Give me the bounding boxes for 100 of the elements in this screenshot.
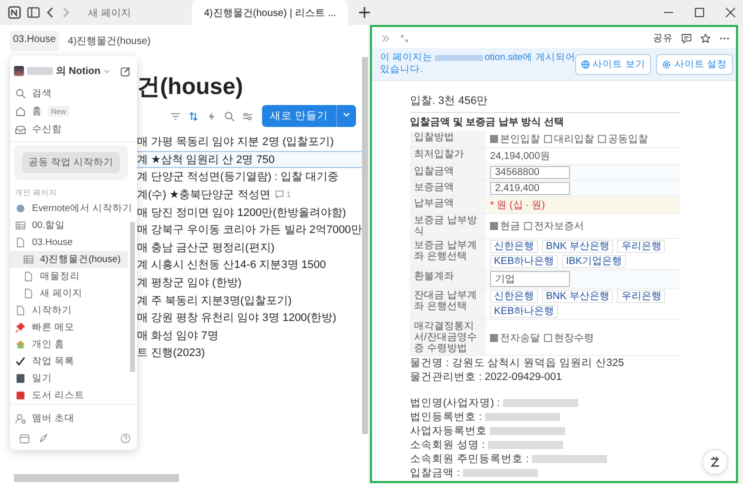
checkbox[interactable] <box>490 222 498 230</box>
sidebar-item[interactable]: 새 페이지 <box>10 285 128 302</box>
start-collaboration-button[interactable]: 공동 작업 시작하기 <box>22 152 120 173</box>
invite-members-link[interactable]: 멤버 초대 <box>32 412 75 424</box>
info-text: 법인명(사업자명) : <box>410 396 500 410</box>
assistant-button[interactable] <box>702 449 728 475</box>
bank-logo[interactable]: KEB하나은행 <box>490 305 558 318</box>
maximize-icon[interactable] <box>694 7 705 18</box>
app-icon[interactable] <box>8 6 21 19</box>
bank-logo[interactable]: BNK 부산은행 <box>542 290 614 303</box>
table-icon <box>15 220 26 231</box>
checkbox[interactable] <box>490 334 498 342</box>
site-button[interactable]: 사이트 설정 <box>656 54 733 74</box>
calendar-icon[interactable] <box>19 433 30 444</box>
forward-icon[interactable] <box>61 6 70 19</box>
sidebar-item[interactable]: 시작하기 <box>10 302 128 319</box>
form-label: 보증금 납부방식 <box>410 214 486 238</box>
sidebar-item[interactable]: 개인 홈 <box>10 336 128 353</box>
nav-item[interactable]: 홈 <box>32 104 42 118</box>
list-row[interactable]: 매 화성 임야 7명 <box>137 326 362 344</box>
chevron-icon[interactable] <box>103 67 112 75</box>
redacted-text <box>27 67 53 75</box>
input-field[interactable]: 기업 <box>490 271 570 287</box>
sliders-icon[interactable] <box>242 110 254 122</box>
sidebar-item[interactable]: 작업 목록 <box>10 353 128 370</box>
bank-logo[interactable]: 우리은행 <box>617 240 666 253</box>
option-label: 전자송달 <box>500 332 540 344</box>
browser-tab[interactable]: 새 페이지 <box>76 0 186 25</box>
checkbox[interactable] <box>598 135 606 143</box>
list-row[interactable]: 계(수) ★충북단양군 적성면 1 <box>137 186 362 204</box>
edit-icon[interactable] <box>120 66 131 76</box>
checkbox[interactable] <box>524 222 532 230</box>
list-row[interactable]: 매 충남 금산군 평정리(편지) <box>137 238 362 256</box>
breadcrumb-link[interactable]: 4)진행물건(house) <box>64 31 154 51</box>
caret-icon <box>342 110 351 119</box>
list-row[interactable]: 계 시흥시 신천동 산14-6 지분3명 1500 <box>137 256 362 274</box>
workspace-name[interactable]: 의 Notion <box>56 64 100 78</box>
bank-logo[interactable]: KEB하나은행 <box>490 255 558 268</box>
double-chevron-icon[interactable] <box>380 33 391 44</box>
sidebar-item[interactable]: 빠른 메모 <box>10 319 128 336</box>
info-text: 소속회원 주민등록번호 : <box>410 452 529 466</box>
sidebar-item[interactable]: 03.House <box>10 234 128 251</box>
comment-icon[interactable] <box>681 33 692 44</box>
option-label: 전자보증서 <box>534 220 584 233</box>
share-button[interactable]: 공유 <box>653 32 673 45</box>
input-field[interactable]: 2,419,400 <box>490 182 570 195</box>
list-row[interactable]: 계 평창군 임야 (한방) <box>137 274 362 292</box>
new-tab-icon[interactable] <box>358 6 372 19</box>
list-row[interactable]: 매 당진 정미면 임야 1200만(한방올려야함) <box>137 203 362 221</box>
list-row[interactable]: 매 강원 평창 유천리 임야 3명 1200(한방) <box>137 308 362 327</box>
form-label: 입찰방법 <box>410 131 486 147</box>
breadcrumb-link[interactable]: 03.House <box>10 31 59 51</box>
list-row[interactable]: 계 단양군 적성면(등기열람) : 입찰 대기중 <box>137 168 362 186</box>
list-row[interactable]: 매 가평 목동리 임야 지분 2명 (입찰포기) <box>137 133 362 151</box>
option-label: 본인입찰 <box>500 133 540 146</box>
bank-logo[interactable]: BNK 부산은행 <box>542 240 614 253</box>
browser-tab[interactable]: 4)진행물건(house) | 리스트 ... <box>192 0 348 25</box>
bank-logo[interactable]: IBK기업은행 <box>562 255 626 268</box>
sidebar-item[interactable]: 도서 리스트 <box>10 387 128 404</box>
sidebar-item[interactable]: 00.할일 <box>10 217 128 234</box>
scrollbar[interactable] <box>362 57 368 434</box>
sidebar-item[interactable]: 매물정리 <box>10 268 128 285</box>
filter-icon[interactable] <box>170 110 182 122</box>
help-icon[interactable] <box>120 433 131 444</box>
sidebar-toggle-icon[interactable] <box>27 6 40 19</box>
sidebar-item[interactable]: 일기 <box>10 370 128 387</box>
sidebar-item[interactable]: Evernote에서 시작하기 <box>10 200 128 217</box>
checkbox[interactable] <box>544 334 552 342</box>
back-icon[interactable] <box>46 6 55 19</box>
page-icon <box>23 271 34 282</box>
banner-text: 이 페이지는 <box>380 52 433 64</box>
list-row[interactable]: 트 진행(2023) <box>137 344 362 362</box>
checkbox[interactable] <box>490 135 498 143</box>
input-field[interactable]: 34568800 <box>490 166 570 179</box>
sort-icon[interactable] <box>188 110 200 122</box>
search-icon[interactable] <box>224 110 236 122</box>
nav-item[interactable]: 수신함 <box>32 122 62 136</box>
scrollbar[interactable] <box>130 222 135 372</box>
rocket-icon[interactable] <box>38 433 49 444</box>
nav-item[interactable]: 검색 <box>32 86 52 100</box>
bank-logo[interactable]: 신한은행 <box>490 240 538 253</box>
info-text: 물건관리번호 : 2022-09429-001 <box>410 370 562 384</box>
scrollbar[interactable] <box>14 474 179 482</box>
list-row[interactable]: 계 주 북동리 지분3명(입찰포기) <box>137 291 362 309</box>
site-button[interactable]: 사이트 보기 <box>574 54 652 74</box>
bid-heading: 입찰. 3천 456만 <box>410 94 489 108</box>
page-title: 건(house) <box>137 72 244 101</box>
list-row[interactable]: 매 강북구 우이동 코리아 가든 빌라 2억7000만 <box>137 220 362 239</box>
book-icon <box>15 390 26 401</box>
form-label: 보증금액 <box>410 181 486 196</box>
bank-logo[interactable]: 우리은행 <box>617 290 666 303</box>
star-icon[interactable] <box>700 33 711 44</box>
redacted-text <box>434 55 483 61</box>
close-icon[interactable] <box>725 7 736 18</box>
expand-icon[interactable] <box>399 33 410 44</box>
sidebar-item[interactable]: 4)진행물건(house) <box>10 251 128 268</box>
bank-logo[interactable]: 신한은행 <box>490 290 538 303</box>
globe-icon <box>15 203 26 214</box>
list-row[interactable]: 계 ★삼척 임원리 산 2명 750 <box>137 150 362 168</box>
checkbox[interactable] <box>544 135 552 143</box>
